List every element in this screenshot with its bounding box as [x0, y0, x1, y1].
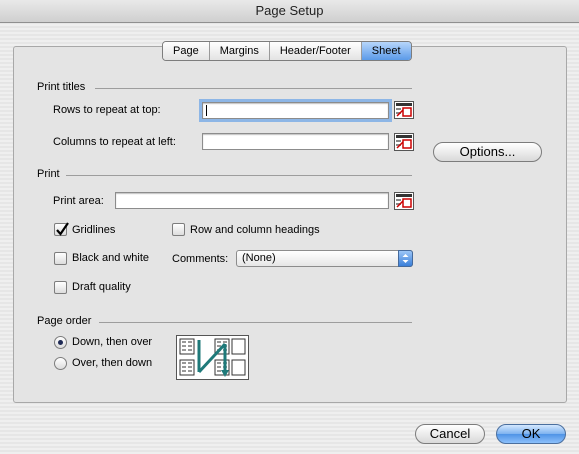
tab-page[interactable]: Page	[163, 42, 210, 60]
radio-selected-dot	[58, 340, 63, 345]
draft-quality-checkbox[interactable]	[54, 281, 67, 294]
print-area-label: Print area:	[53, 195, 104, 207]
down-over-label: Down, then over	[72, 336, 153, 348]
cancel-button[interactable]: Cancel	[415, 424, 485, 444]
black-white-checkbox[interactable]	[54, 252, 67, 265]
draft-quality-label: Draft quality	[72, 281, 131, 293]
print-divider	[66, 175, 412, 176]
gridlines-label: Gridlines	[72, 224, 116, 236]
comments-select[interactable]: (None)	[236, 250, 413, 267]
over-down-radio[interactable]	[54, 357, 67, 370]
text-caret	[206, 105, 207, 116]
window-title: Page Setup	[255, 3, 324, 18]
row-col-headings-label: Row and column headings	[190, 224, 320, 236]
cols-repeat-input[interactable]	[202, 133, 389, 150]
popup-arrows-icon	[398, 250, 413, 267]
ok-button[interactable]: OK	[496, 424, 566, 444]
options-button[interactable]: Options...	[433, 142, 542, 162]
collapse-dialog-icon[interactable]	[394, 101, 414, 119]
print-area-input[interactable]	[115, 192, 389, 209]
tab-margins[interactable]: Margins	[209, 42, 270, 60]
row-col-headings-checkbox[interactable]	[172, 223, 185, 236]
print-titles-divider	[95, 88, 412, 89]
comments-label: Comments:	[172, 253, 229, 265]
comments-value: (None)	[242, 252, 276, 264]
rows-repeat-label: Rows to repeat at top:	[53, 104, 161, 116]
print-heading: Print	[37, 168, 60, 180]
page-order-preview-icon	[176, 335, 249, 380]
collapse-dialog-icon[interactable]	[394, 133, 414, 151]
rows-repeat-input[interactable]	[199, 99, 392, 122]
collapse-dialog-icon[interactable]	[394, 192, 414, 210]
gridlines-checkbox[interactable]	[54, 222, 69, 236]
page-order-divider	[99, 322, 412, 323]
tab-sheet[interactable]: Sheet	[361, 42, 411, 60]
print-titles-heading: Print titles	[37, 81, 86, 93]
tab-header-footer[interactable]: Header/Footer	[269, 42, 362, 60]
tab-bar: Page Margins Header/Footer Sheet	[162, 41, 412, 61]
page-order-heading: Page order	[37, 315, 92, 327]
checkmark-icon	[56, 222, 69, 236]
black-white-label: Black and white	[72, 252, 150, 264]
down-over-radio[interactable]	[54, 336, 67, 349]
over-down-label: Over, then down	[72, 357, 153, 369]
cols-repeat-label: Columns to repeat at left:	[53, 136, 176, 148]
window-titlebar: Page Setup	[0, 0, 579, 23]
